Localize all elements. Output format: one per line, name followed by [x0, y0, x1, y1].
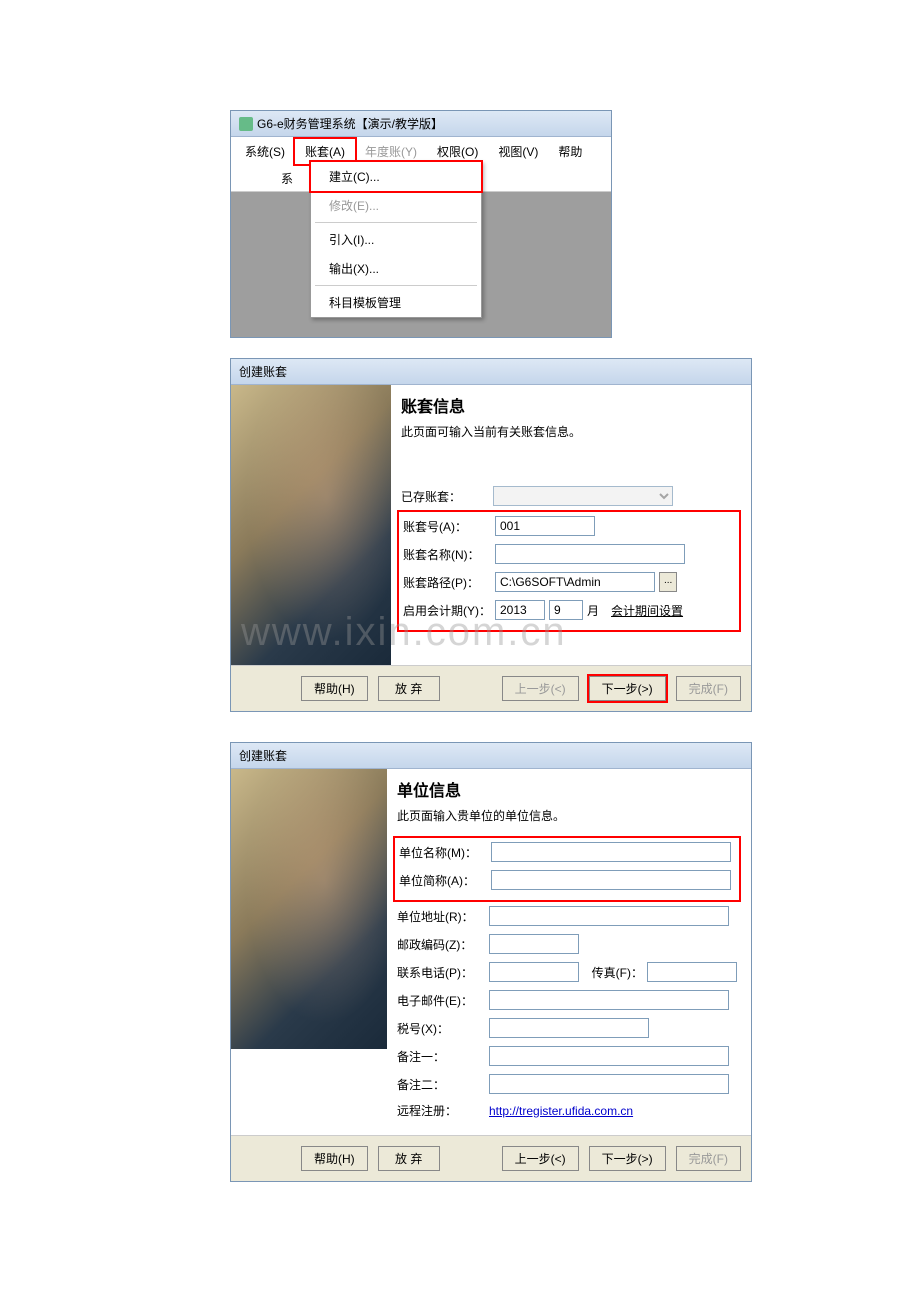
button-row-2: 帮助(H) 放 弃 上一步(<) 下一步(>) 完成(F): [231, 1135, 751, 1181]
create-account-dialog-1: 创建账套 账套信息 此页面可输入当前有关账套信息。 已存账套： 账套号(A)：: [230, 358, 752, 712]
highlighted-fields-2: 单位名称(M)： 单位简称(A)：: [393, 836, 741, 902]
note1-label: 备注一：: [397, 1048, 485, 1065]
tel-label: 联系电话(P)：: [397, 964, 485, 981]
email-label: 电子邮件(E)：: [397, 992, 485, 1009]
tax-input[interactable]: [489, 1018, 649, 1038]
tax-label: 税号(X)：: [397, 1020, 485, 1037]
side-image-2: [231, 769, 387, 1049]
reg-label: 远程注册：: [397, 1102, 485, 1119]
side-image: [231, 385, 391, 665]
section-desc-2: 此页面输入贵单位的单位信息。: [397, 807, 737, 824]
abandon-button-2[interactable]: 放 弃: [378, 1146, 440, 1171]
unit-name-label: 单位名称(M)：: [399, 844, 487, 861]
dd-modify: 修改(E)...: [311, 191, 481, 220]
button-row: 帮助(H) 放 弃 上一步(<) 下一步(>) 完成(F): [231, 665, 751, 711]
reg-link[interactable]: http://tregister.ufida.com.cn: [489, 1104, 633, 1118]
month-input[interactable]: [549, 600, 583, 620]
titlebar: G6-e财务管理系统【演示/教学版】: [231, 111, 611, 137]
accno-label: 账套号(A)：: [403, 518, 491, 535]
menu-system[interactable]: 系统(S): [235, 139, 295, 164]
highlighted-fields: 账套号(A)： 账套名称(N)： 账套路径(P)： ... 启用会计期(Y)：: [397, 510, 741, 632]
dd-export[interactable]: 输出(X)...: [311, 254, 481, 283]
app-icon: [239, 117, 253, 131]
section-heading: 账套信息: [401, 393, 737, 417]
addr-label: 单位地址(R)：: [397, 908, 485, 925]
year-input[interactable]: [495, 600, 545, 620]
prev-button: 上一步(<): [502, 676, 579, 701]
dd-create[interactable]: 建立(C)...: [309, 160, 483, 193]
accno-input[interactable]: [495, 516, 595, 536]
email-input[interactable]: [489, 990, 729, 1010]
note2-input[interactable]: [489, 1074, 729, 1094]
path-label: 账套路径(P)：: [403, 574, 491, 591]
zip-input[interactable]: [489, 934, 579, 954]
existing-label: 已存账套：: [401, 488, 489, 505]
unit-short-label: 单位简称(A)：: [399, 872, 487, 889]
help-button[interactable]: 帮助(H): [301, 676, 368, 701]
accname-label: 账套名称(N)：: [403, 546, 491, 563]
fax-label: 传真(F)：: [583, 964, 643, 981]
account-dropdown: 建立(C)... 修改(E)... 引入(I)... 输出(X)... 科目模板…: [310, 161, 482, 318]
abandon-button[interactable]: 放 弃: [378, 676, 440, 701]
next-button[interactable]: 下一步(>): [589, 676, 666, 701]
addr-input[interactable]: [489, 906, 729, 926]
zip-label: 邮政编码(Z)：: [397, 936, 485, 953]
fax-input[interactable]: [647, 962, 737, 982]
period-settings-link[interactable]: 会计期间设置: [611, 602, 683, 619]
unit-name-input[interactable]: [491, 842, 731, 862]
existing-select[interactable]: [493, 486, 673, 506]
dd-sep-1: [315, 222, 477, 223]
browse-button[interactable]: ...: [659, 572, 677, 592]
prev-button-2[interactable]: 上一步(<): [502, 1146, 579, 1171]
toolbar-fragment: 系: [241, 172, 293, 186]
finish-button: 完成(F): [676, 676, 741, 701]
dialog-title-2: 创建账套: [231, 743, 751, 769]
section-desc: 此页面可输入当前有关账套信息。: [401, 423, 737, 440]
tel-input[interactable]: [489, 962, 579, 982]
dialog-title: 创建账套: [231, 359, 751, 385]
period-label: 启用会计期(Y)：: [403, 602, 491, 619]
menu-help[interactable]: 帮助: [548, 139, 592, 164]
dd-import[interactable]: 引入(I)...: [311, 225, 481, 254]
unit-short-input[interactable]: [491, 870, 731, 890]
note2-label: 备注二：: [397, 1076, 485, 1093]
month-suffix: 月: [587, 602, 599, 619]
app-title: G6-e财务管理系统【演示/教学版】: [257, 115, 443, 132]
section-heading-2: 单位信息: [397, 777, 737, 801]
dd-sep-2: [315, 285, 477, 286]
dd-template[interactable]: 科目模板管理: [311, 288, 481, 317]
finish-button-2: 完成(F): [676, 1146, 741, 1171]
accname-input[interactable]: [495, 544, 685, 564]
menu-view[interactable]: 视图(V): [488, 139, 548, 164]
next-button-2[interactable]: 下一步(>): [589, 1146, 666, 1171]
note1-input[interactable]: [489, 1046, 729, 1066]
help-button-2[interactable]: 帮助(H): [301, 1146, 368, 1171]
path-input[interactable]: [495, 572, 655, 592]
create-account-dialog-2: 创建账套 单位信息 此页面输入贵单位的单位信息。 单位名称(M)： 单位简称(A…: [230, 742, 752, 1182]
app-window: G6-e财务管理系统【演示/教学版】 系统(S) 账套(A) 年度账(Y) 权限…: [230, 110, 612, 338]
